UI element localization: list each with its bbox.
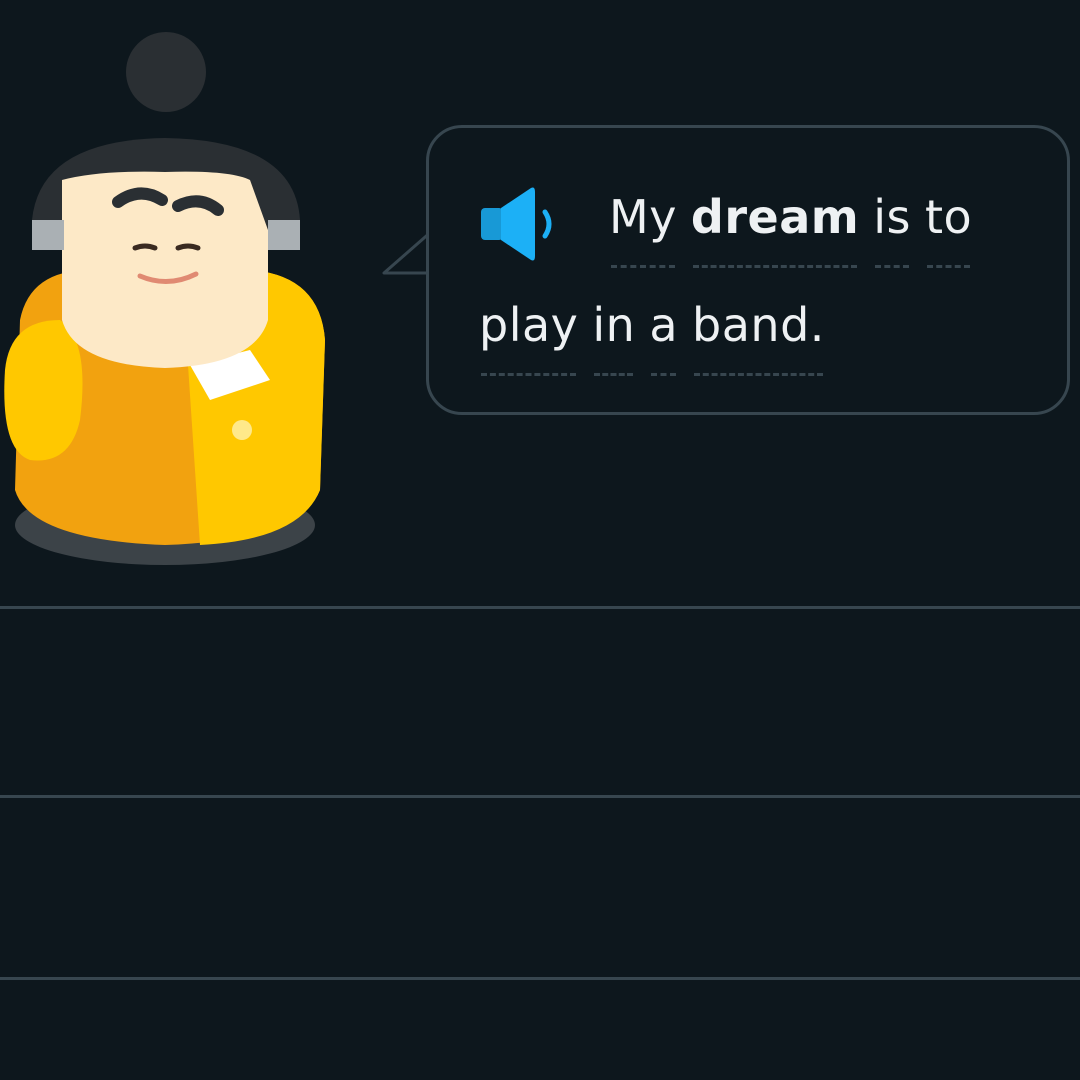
word-band[interactable]: band. [692, 298, 825, 376]
word-is[interactable]: is [873, 190, 911, 268]
answer-line-2 [0, 795, 1080, 798]
answer-line-3 [0, 977, 1080, 980]
word-a[interactable]: a [649, 298, 678, 376]
speech-bubble: My dream is to play in a band. [426, 125, 1070, 415]
play-audio-button[interactable] [479, 184, 569, 264]
word-dream[interactable]: dream [691, 190, 859, 268]
prompt-line-1: My dream is to [609, 190, 986, 268]
word-my[interactable]: My [609, 190, 677, 268]
lesson-screen: My dream is to play in a band. [0, 0, 1080, 1080]
character-illustration [0, 20, 340, 580]
word-play[interactable]: play [479, 298, 578, 376]
speaker-icon [481, 187, 552, 261]
answer-line-1 [0, 606, 1080, 609]
word-to[interactable]: to [925, 190, 972, 268]
word-in[interactable]: in [592, 298, 635, 376]
prompt-line-2: play in a band. [479, 298, 839, 376]
